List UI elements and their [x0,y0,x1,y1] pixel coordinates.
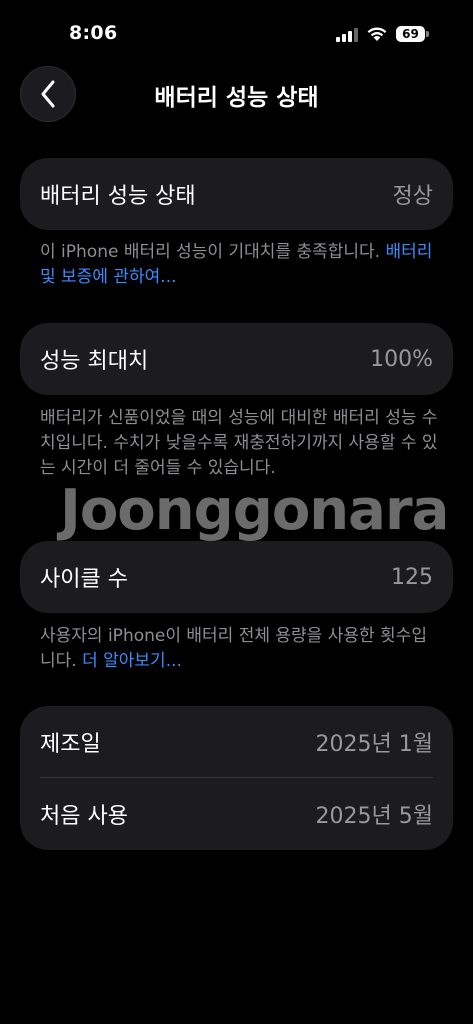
battery-health-card: 배터리 성능 상태 정상 [20,158,453,230]
cycle-count-note: 사용자의 iPhone이 배터리 전체 용량을 사용한 횟수입니다. 더 알아보… [40,624,440,674]
max-capacity-card: 성능 최대치 100% [20,323,453,395]
battery-level: 69 [396,26,425,42]
page-title: 배터리 성능 상태 [154,85,319,111]
cycle-count-row: 사이클 수 125 [20,541,453,613]
cycle-count-card: 사이클 수 125 [20,541,453,613]
battery-health-note: 이 iPhone 배터리 성능이 기대치를 충족합니다. 배터리 및 보증에 관… [40,240,440,290]
battery-health-note-text: 이 iPhone 배터리 성능이 기대치를 충족합니다. [40,242,386,262]
watermark-logo: Joonggonara [60,478,449,543]
max-capacity-note: 배터리가 신품이었을 때의 성능에 대비한 배터리 성능 수치입니다. 수치가 … [40,408,438,478]
status-time: 8:06 [69,22,118,44]
max-capacity-row: 성능 최대치 100% [20,323,453,395]
max-capacity-value: 100% [370,346,433,372]
battery-health-screen: 8:06 69 배터리 성능 상태 배터리 성능 상태 정상 이 iPhone … [0,0,473,1024]
battery-health-value: 정상 [392,184,433,209]
cellular-signal-icon [336,28,358,42]
battery-health-label: 배터리 성능 상태 [40,184,196,209]
max-capacity-label: 성능 최대치 [40,349,149,374]
battery-icon: 69 [396,26,429,42]
cycle-count-value: 125 [391,564,433,590]
wifi-icon [366,25,388,42]
manufacture-date-value: 2025년 1월 [315,732,433,757]
manufacture-date-label: 제조일 [40,732,101,757]
first-use-row: 처음 사용 2025년 5월 [20,778,453,850]
cycle-count-label: 사이클 수 [40,567,128,592]
first-use-label: 처음 사용 [40,804,128,829]
manufacture-date-row: 제조일 2025년 1월 [20,706,453,778]
learn-more-link[interactable]: 더 알아보기... [82,651,182,671]
battery-health-row: 배터리 성능 상태 정상 [20,158,453,230]
status-bar: 8:06 69 [0,0,473,60]
first-use-value: 2025년 5월 [315,804,433,829]
dates-card: 제조일 2025년 1월 처음 사용 2025년 5월 [20,706,453,850]
